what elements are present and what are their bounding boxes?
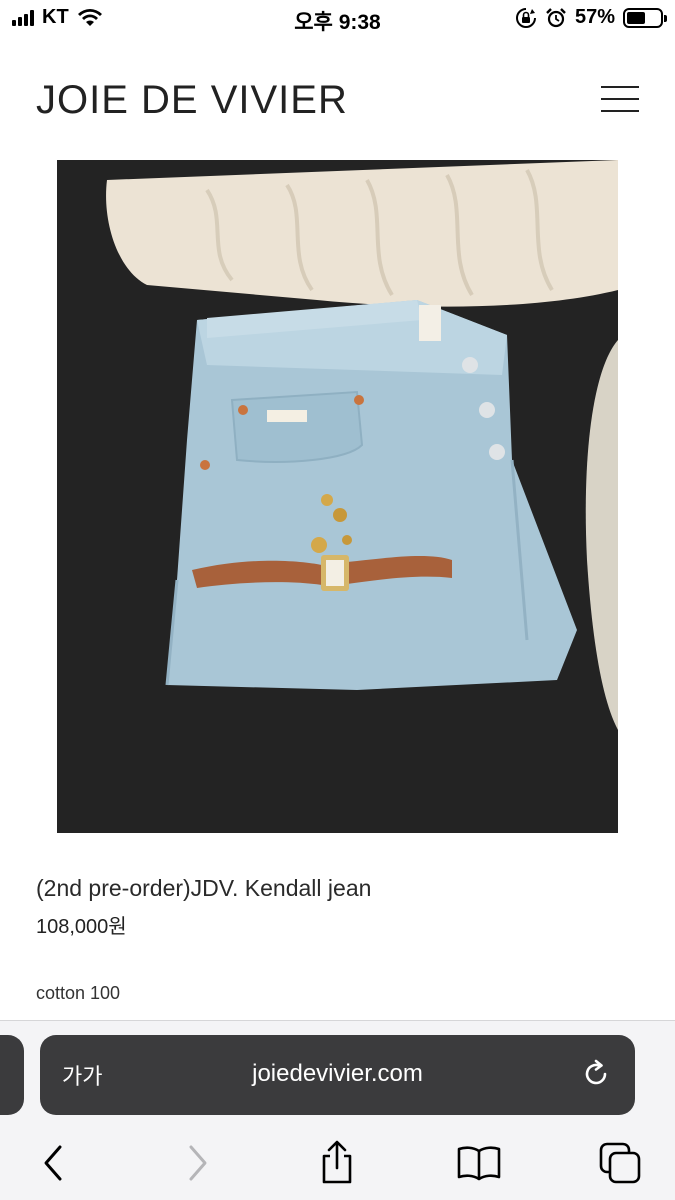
battery-icon bbox=[623, 7, 667, 28]
browser-toolbar bbox=[0, 1136, 675, 1191]
status-bar-right: 57% bbox=[515, 6, 667, 29]
back-icon bbox=[44, 1145, 62, 1181]
product-photo bbox=[106, 160, 618, 730]
tabs-icon bbox=[599, 1142, 641, 1184]
forward-icon bbox=[189, 1145, 207, 1181]
share-button[interactable] bbox=[314, 1140, 360, 1186]
bookmarks-icon bbox=[457, 1146, 501, 1181]
site-header: JOIE DE VIVIER bbox=[0, 70, 675, 130]
address-bar[interactable]: 가가 joiedevivier.com bbox=[40, 1035, 635, 1115]
forward-button[interactable] bbox=[175, 1140, 221, 1186]
product-price: 108,000원 bbox=[36, 916, 127, 938]
browser-bottom-bar: 가가 joiedevivier.com bbox=[0, 1020, 675, 1200]
product-description: cotton 100 bbox=[36, 983, 121, 1003]
brand-logo[interactable]: JOIE DE VIVIER bbox=[36, 78, 348, 123]
battery-level bbox=[627, 11, 646, 24]
tabs-button[interactable] bbox=[597, 1140, 643, 1186]
bookmarks-button[interactable] bbox=[456, 1140, 502, 1186]
share-icon bbox=[322, 1140, 352, 1184]
status-bar: KT 오후 9:38 57% bbox=[0, 0, 675, 40]
previous-tab-preview[interactable] bbox=[0, 1035, 24, 1115]
reload-icon[interactable] bbox=[579, 1057, 613, 1091]
product-title: (2nd pre-order)JDV. Kendall jean bbox=[36, 875, 372, 901]
rotation-lock-icon bbox=[516, 7, 536, 28]
url-text[interactable]: joiedevivier.com bbox=[40, 1060, 635, 1088]
back-button[interactable] bbox=[30, 1140, 76, 1186]
battery-percent: 57% bbox=[574, 6, 615, 28]
product-image[interactable] bbox=[57, 160, 618, 833]
alarm-icon bbox=[546, 7, 566, 27]
hamburger-icon[interactable] bbox=[601, 84, 639, 114]
